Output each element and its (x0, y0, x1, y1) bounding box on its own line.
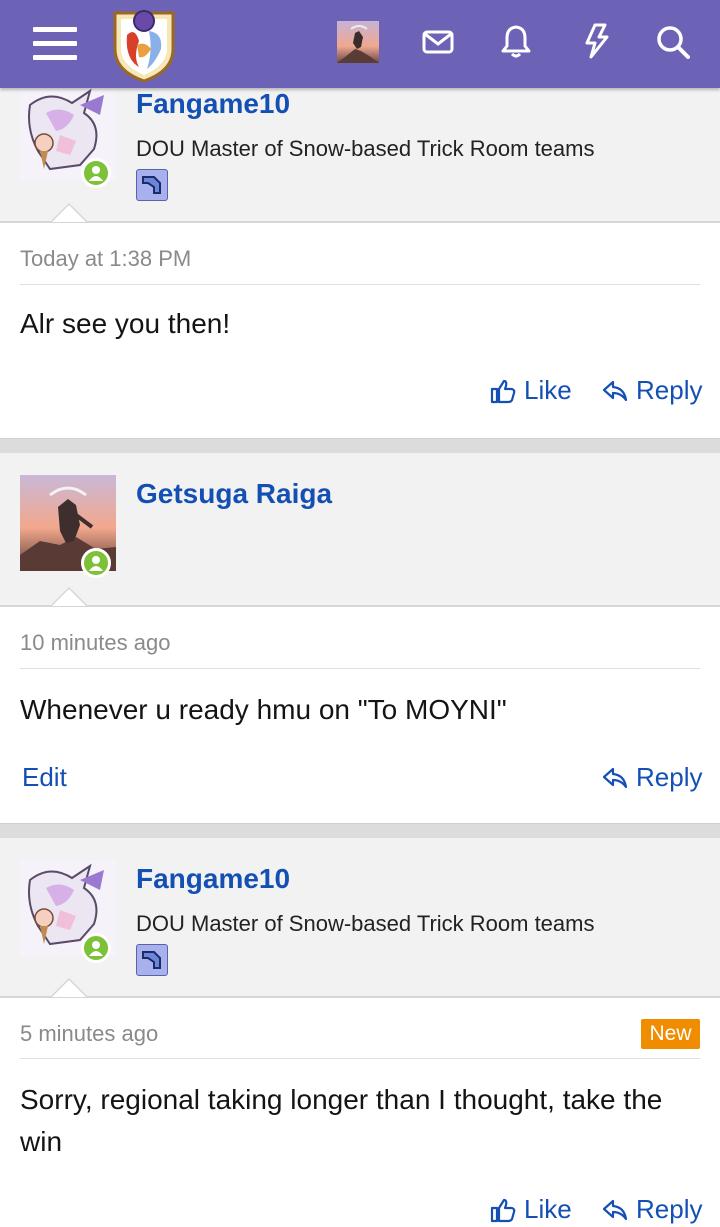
post-message: 10 minutes ago Whenever u ready hmu on "… (0, 607, 720, 824)
like-label: Like (524, 1194, 572, 1224)
site-logo[interactable] (108, 4, 180, 84)
divider (20, 668, 700, 669)
like-button[interactable]: Like (490, 1194, 572, 1225)
bell-icon[interactable] (496, 21, 536, 61)
post-body: Sorry, regional taking longer than I tho… (20, 1084, 663, 1157)
divider (20, 284, 700, 285)
post-timestamp[interactable]: 5 minutes ago (20, 1021, 158, 1047)
thumbs-up-icon (490, 1198, 516, 1222)
reply-arrow-icon (602, 380, 628, 401)
reply-button[interactable]: Reply (602, 375, 702, 406)
reply-label: Reply (636, 1194, 703, 1224)
user-badge-icon (136, 944, 168, 976)
post-author-block: Fangame10 DOU Master of Snow-based Trick… (0, 838, 720, 998)
envelope-icon[interactable] (418, 22, 458, 62)
post-pointer-fill (52, 205, 86, 222)
top-nav-bar (0, 0, 720, 88)
online-status-icon (81, 933, 111, 963)
divider (20, 1058, 700, 1059)
reply-arrow-icon (602, 1199, 628, 1220)
lightning-bolt-icon[interactable] (576, 20, 616, 62)
post-timestamp[interactable]: Today at 1:38 PM (20, 246, 191, 272)
new-badge: New (641, 1019, 700, 1049)
edit-button[interactable]: Edit (22, 762, 67, 793)
reply-button[interactable]: Reply (602, 762, 702, 793)
like-label: Like (524, 375, 572, 405)
online-status-icon (81, 158, 111, 188)
user-avatar-thumbnail[interactable] (337, 21, 379, 63)
post-body: Alr see you then! (20, 308, 231, 339)
post-pointer-fill (52, 589, 86, 606)
reply-label: Reply (636, 762, 703, 792)
username-link[interactable]: Getsuga Raiga (136, 478, 332, 510)
post-timestamp[interactable]: 10 minutes ago (20, 630, 170, 656)
reply-arrow-icon (602, 767, 628, 788)
edit-label: Edit (22, 762, 67, 792)
post-pointer-fill (52, 980, 86, 997)
post-author-block: Getsuga Raiga (0, 453, 720, 607)
reply-label: Reply (636, 375, 703, 405)
thumbs-up-icon (490, 379, 516, 403)
user-title: DOU Master of Snow-based Trick Room team… (136, 911, 595, 936)
like-button[interactable]: Like (490, 375, 572, 406)
reply-button[interactable]: Reply (602, 1194, 702, 1225)
post-message: 5 minutes ago New Sorry, regional taking… (0, 998, 720, 1227)
username-link[interactable]: Fangame10 (136, 88, 290, 120)
username-link[interactable]: Fangame10 (136, 863, 290, 895)
online-status-icon (81, 548, 111, 578)
hamburger-menu-icon[interactable] (30, 22, 80, 64)
search-icon[interactable] (652, 21, 694, 63)
user-title: DOU Master of Snow-based Trick Room team… (136, 136, 595, 161)
post-body: Whenever u ready hmu on "To MOYNI" (20, 694, 507, 725)
post-message: Today at 1:38 PM Alr see you then! Like … (0, 223, 720, 439)
user-badge-icon (136, 169, 168, 201)
